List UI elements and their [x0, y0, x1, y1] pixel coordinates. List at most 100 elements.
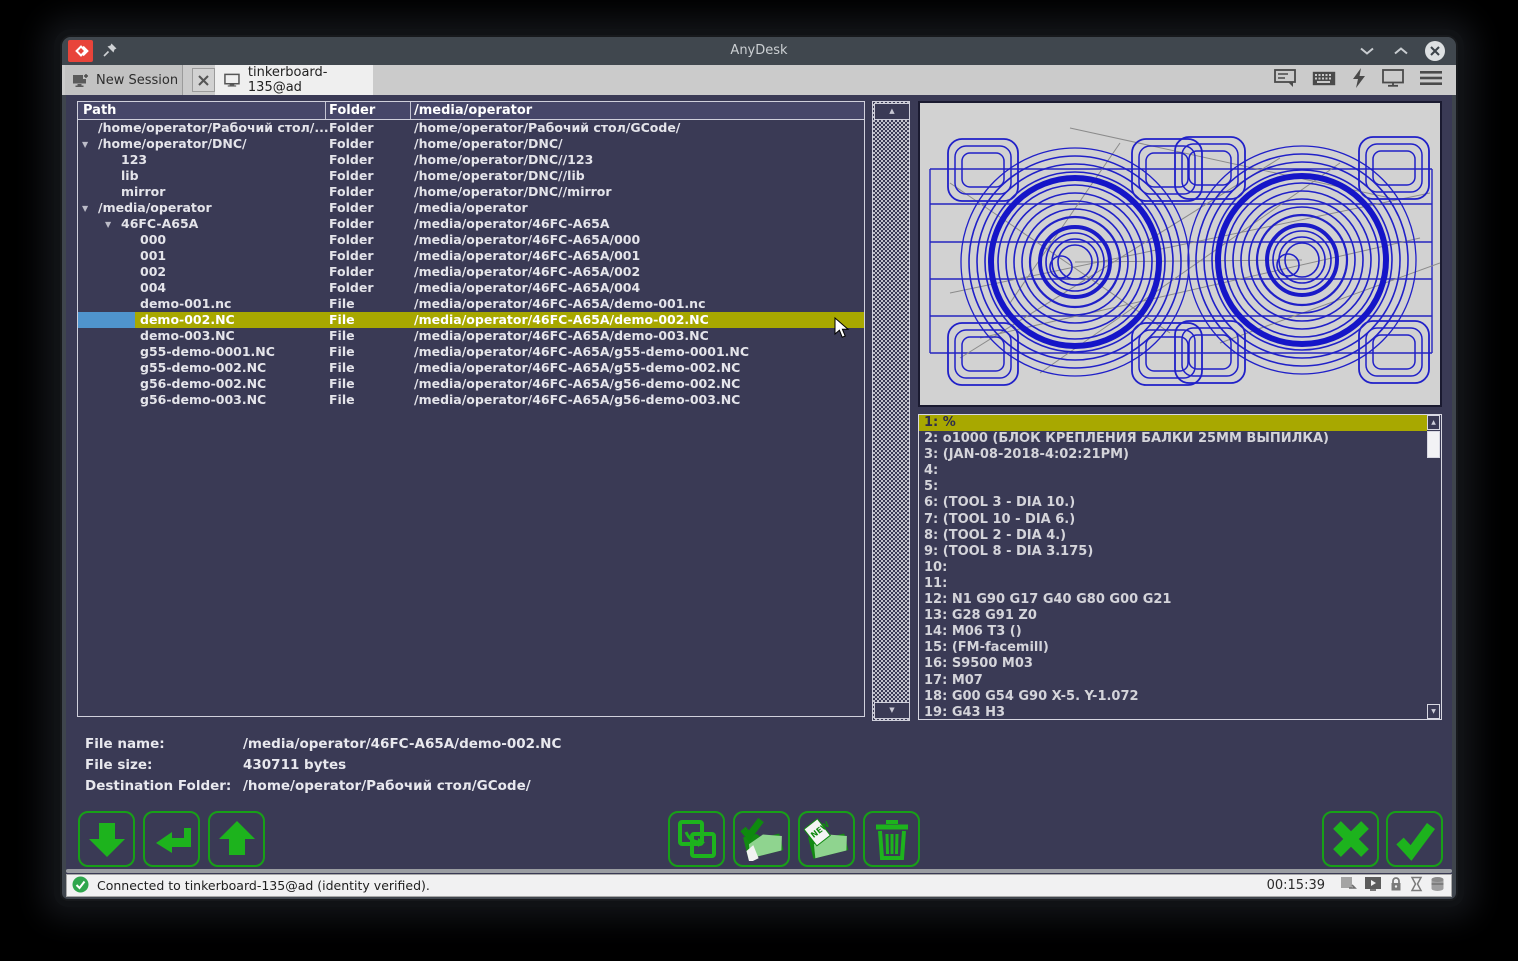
- table-row[interactable]: ▼/media/operatorFolder/media/operator: [78, 200, 864, 216]
- row-path: /media/operator/46FC-A65A/g56-demo-003.N…: [414, 392, 740, 408]
- table-row[interactable]: 000Folder/media/operator/46FC-A65A/000: [78, 232, 864, 248]
- new-session-label: New Session: [96, 73, 178, 88]
- gcode-listing-pane[interactable]: 1: %2: o1000 (БЛОК КРЕПЛЕНИЯ БАЛКИ 25ММ …: [918, 414, 1442, 720]
- chat-icon[interactable]: [1274, 69, 1296, 92]
- scroll-down-button[interactable]: ▼: [874, 702, 910, 719]
- table-row[interactable]: g55-demo-002.NCFile/media/operator/46FC-…: [78, 360, 864, 376]
- table-row[interactable]: 001Folder/media/operator/46FC-A65A/001: [78, 248, 864, 264]
- parent-folder-button[interactable]: [208, 811, 265, 867]
- row-type: File: [329, 344, 355, 360]
- gcode-line[interactable]: 16: S9500 M03: [919, 656, 1427, 672]
- tree-expand-icon[interactable]: ▼: [82, 201, 88, 217]
- row-path: /media/operator/46FC-A65A/g56-demo-002.N…: [414, 376, 740, 392]
- session-timer: 00:15:39: [1267, 878, 1325, 893]
- row-name: mirror: [121, 184, 165, 200]
- session-tab-tinkerboard[interactable]: tinkerboard-135@ad: [215, 65, 373, 95]
- accept-folder-button[interactable]: [733, 811, 790, 867]
- new-folder-button[interactable]: NEW: [798, 811, 855, 867]
- gcode-line[interactable]: 2: o1000 (БЛОК КРЕПЛЕНИЯ БАЛКИ 25ММ ВЫПИ…: [919, 431, 1427, 447]
- file-browser-table[interactable]: Path Folder /media/operator /home/operat…: [77, 101, 865, 717]
- menu-icon[interactable]: [1420, 70, 1442, 90]
- row-name: /home/operator/DNC/: [98, 136, 247, 152]
- close-button[interactable]: [1424, 40, 1446, 62]
- file-table-body: /home/operator/Рабочий стол/...Folder/ho…: [78, 120, 864, 408]
- file-table-scrollbar[interactable]: ▲ ▼: [872, 101, 910, 721]
- table-row[interactable]: demo-001.ncFile/media/operator/46FC-A65A…: [78, 296, 864, 312]
- trash-icon: [872, 818, 912, 860]
- check-icon: [1393, 817, 1437, 861]
- new-session-tab[interactable]: New Session: [65, 65, 183, 95]
- listing-scrollbar[interactable]: ▲ ▼: [1427, 415, 1441, 719]
- gcode-line[interactable]: 7: (TOOL 10 - DIA 6.): [919, 512, 1427, 528]
- listing-scroll-up-button[interactable]: ▲: [1427, 415, 1440, 430]
- gcode-line[interactable]: 5:: [919, 479, 1427, 495]
- gcode-line[interactable]: 9: (TOOL 8 - DIA 3.175): [919, 544, 1427, 560]
- gcode-line[interactable]: 4:: [919, 463, 1427, 479]
- maximize-button[interactable]: [1390, 40, 1412, 62]
- gcode-line[interactable]: 18: G00 G54 G90 X-5. Y-1.072: [919, 689, 1427, 705]
- table-row[interactable]: 002Folder/media/operator/46FC-A65A/002: [78, 264, 864, 280]
- row-name: 001: [140, 248, 166, 264]
- gcode-line[interactable]: 12: N1 G90 G17 G40 G80 G00 G21: [919, 592, 1427, 608]
- row-path: /media/operator/46FC-A65A/demo-002.NC: [414, 312, 709, 328]
- row-name: 004: [140, 280, 166, 296]
- gcode-line[interactable]: 1: %: [919, 415, 1427, 431]
- gcode-line[interactable]: 17: M07: [919, 673, 1427, 689]
- actions-lightning-icon[interactable]: [1352, 68, 1366, 92]
- delete-file-button[interactable]: [863, 811, 920, 867]
- tab-close-button[interactable]: [192, 68, 215, 92]
- gcode-line[interactable]: 3: (JAN-08-2018-4:02:21PM): [919, 447, 1427, 463]
- destination-folder-row: Destination Folder: /home/operator/Рабоч…: [85, 778, 231, 794]
- arrow-down-icon: [85, 817, 129, 861]
- scroll-up-button[interactable]: ▲: [874, 103, 910, 120]
- table-row[interactable]: demo-003.NCFile/media/operator/46FC-A65A…: [78, 328, 864, 344]
- gcode-line[interactable]: 15: (FM-facemill): [919, 640, 1427, 656]
- cancel-button[interactable]: [1322, 811, 1379, 867]
- file-size-label: File size:: [85, 757, 152, 773]
- gcode-line[interactable]: 8: (TOOL 2 - DIA 4.): [919, 528, 1427, 544]
- row-type: Folder: [329, 232, 374, 248]
- listing-scrollbar-thumb[interactable]: [1427, 431, 1440, 458]
- table-row[interactable]: ▼46FC-A65AFolder/media/operator/46FC-A65…: [78, 216, 864, 232]
- listing-scroll-down-button[interactable]: ▼: [1427, 704, 1440, 719]
- minimize-button[interactable]: [1356, 40, 1378, 62]
- row-path: /media/operator/46FC-A65A/002: [414, 264, 640, 280]
- gcode-line[interactable]: 11:: [919, 576, 1427, 592]
- table-row[interactable]: mirrorFolder/home/operator/DNC//mirror: [78, 184, 864, 200]
- gcode-line[interactable]: 13: G28 G91 Z0: [919, 608, 1427, 624]
- table-row[interactable]: g56-demo-003.NCFile/media/operator/46FC-…: [78, 392, 864, 408]
- table-row[interactable]: demo-002.NCFile/media/operator/46FC-A65A…: [78, 312, 864, 328]
- enter-folder-button[interactable]: [143, 811, 200, 867]
- tree-expand-icon[interactable]: ▼: [82, 137, 88, 153]
- column-header-current-folder[interactable]: /media/operator: [414, 102, 532, 119]
- row-path: /media/operator/46FC-A65A/demo-003.NC: [414, 328, 709, 344]
- table-row[interactable]: 123Folder/home/operator/DNC//123: [78, 152, 864, 168]
- column-header-path[interactable]: Path: [83, 102, 116, 119]
- table-header[interactable]: Path Folder /media/operator: [78, 102, 864, 120]
- table-row[interactable]: libFolder/home/operator/DNC//lib: [78, 168, 864, 184]
- copy-file-button[interactable]: [668, 811, 725, 867]
- display-settings-icon[interactable]: [1382, 69, 1404, 91]
- table-row[interactable]: g55-demo-0001.NCFile/media/operator/46FC…: [78, 344, 864, 360]
- row-name: g55-demo-002.NC: [140, 360, 266, 376]
- table-row[interactable]: /home/operator/Рабочий стол/...Folder/ho…: [78, 120, 864, 136]
- gcode-line[interactable]: 19: G43 H3: [919, 705, 1427, 720]
- keyboard-icon[interactable]: [1312, 71, 1336, 90]
- confirm-button[interactable]: [1386, 811, 1443, 867]
- table-row[interactable]: 004Folder/media/operator/46FC-A65A/004: [78, 280, 864, 296]
- table-row[interactable]: ▼/home/operator/DNC/Folder/home/operator…: [78, 136, 864, 152]
- gcode-preview-drawing: [920, 103, 1440, 405]
- title-bar: AnyDesk: [62, 37, 1456, 65]
- gcode-preview-pane: [918, 101, 1442, 407]
- row-path: /home/operator/DNC/: [414, 136, 563, 152]
- row-type: Folder: [329, 120, 374, 136]
- tree-expand-icon[interactable]: ▼: [105, 217, 111, 233]
- file-name-value: /media/operator/46FC-A65A/demo-002.NC: [243, 736, 561, 752]
- gcode-line[interactable]: 14: M06 T3 (): [919, 624, 1427, 640]
- gcode-line[interactable]: 10:: [919, 560, 1427, 576]
- column-header-folder[interactable]: Folder: [329, 102, 375, 119]
- row-name: 46FC-A65A: [121, 216, 198, 232]
- table-row[interactable]: g56-demo-002.NCFile/media/operator/46FC-…: [78, 376, 864, 392]
- gcode-line[interactable]: 6: (TOOL 3 - DIA 10.): [919, 495, 1427, 511]
- download-file-button[interactable]: [78, 811, 135, 867]
